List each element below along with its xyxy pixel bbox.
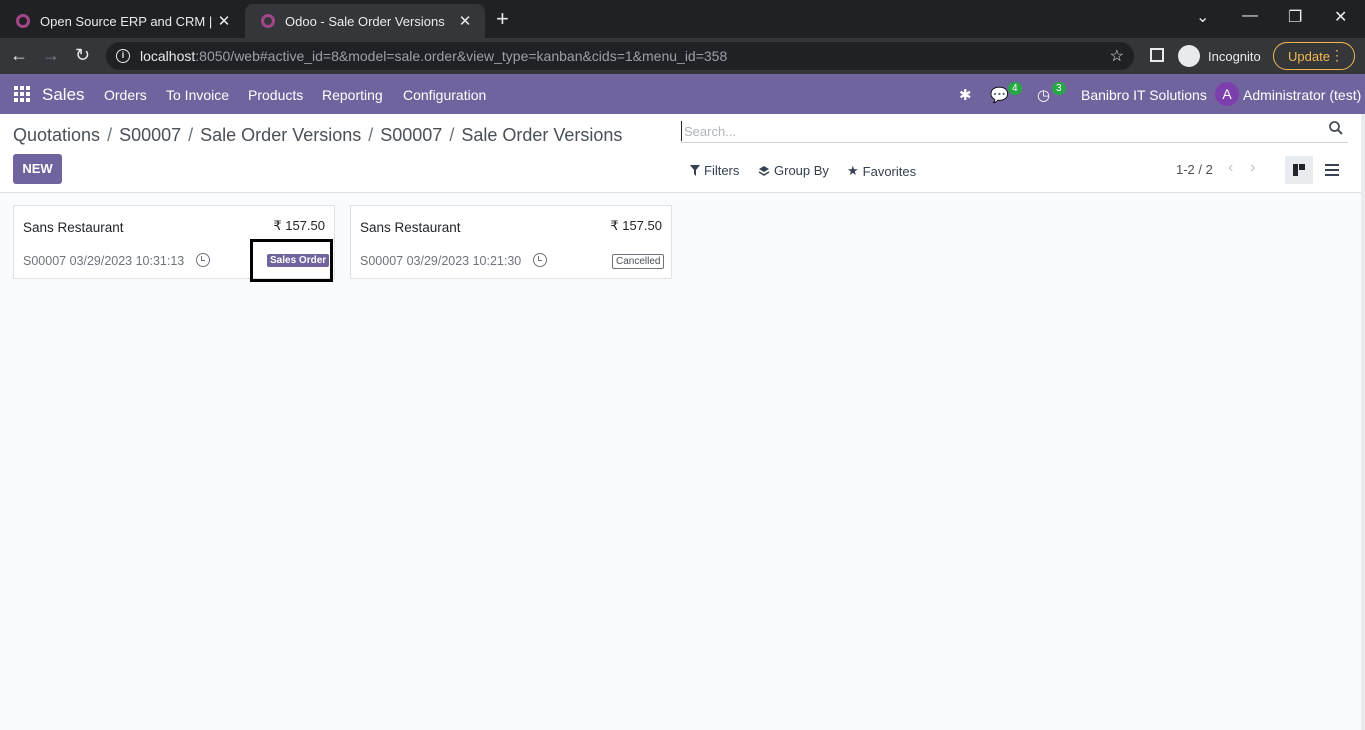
layers-icon	[758, 165, 770, 176]
restore-icon[interactable]: ❐	[1288, 7, 1302, 27]
breadcrumb-quotations[interactable]: Quotations	[13, 125, 100, 145]
scrollbar[interactable]	[1361, 114, 1365, 730]
menu-products[interactable]: Products	[248, 87, 303, 103]
kanban-view-icon	[1293, 164, 1305, 176]
menu-orders[interactable]: Orders	[104, 87, 147, 103]
record-partner: Sans Restaurant	[23, 220, 124, 235]
group-by-label: Group By	[774, 163, 829, 178]
list-view-button[interactable]	[1318, 156, 1346, 184]
user-menu[interactable]: Administrator (test)	[1243, 87, 1361, 103]
breadcrumb-versions[interactable]: Sale Order Versions	[200, 125, 361, 145]
search-bar	[681, 117, 1348, 143]
menu-to-invoice[interactable]: To Invoice	[166, 87, 229, 103]
filters-button[interactable]: Filters	[690, 163, 739, 178]
star-icon: ★	[847, 163, 859, 178]
tab-title: Open Source ERP and CRM | Odoo	[40, 13, 216, 29]
messages-badge: 4	[1008, 82, 1022, 95]
status-badge: Cancelled	[612, 254, 665, 269]
company-switcher[interactable]: Banibro IT Solutions	[1081, 87, 1207, 103]
reload-icon[interactable]: ↻	[75, 44, 90, 66]
tab-title: Odoo - Sale Order Versions	[285, 13, 445, 29]
activity-clock-icon[interactable]	[533, 253, 547, 267]
kanban-view-button[interactable]	[1285, 156, 1313, 184]
list-view-icon	[1325, 164, 1339, 176]
favorites-label: Favorites	[862, 163, 917, 179]
search-icon[interactable]	[1328, 120, 1344, 136]
group-by-button[interactable]: Group By	[758, 163, 829, 178]
pager-value[interactable]: 1-2 / 2	[1176, 162, 1213, 177]
pager-next-icon[interactable]: ›	[1250, 159, 1255, 177]
tab-close-icon[interactable]: ✕	[457, 12, 473, 30]
filters-label: Filters	[704, 163, 740, 178]
activity-clock-icon[interactable]	[196, 253, 210, 267]
highlight-box	[250, 239, 333, 282]
apps-grid-icon[interactable]	[14, 86, 30, 102]
record-partner: Sans Restaurant	[360, 220, 461, 235]
window-close-icon[interactable]: ✕	[1334, 7, 1347, 27]
tab-close-icon[interactable]: ✕	[216, 12, 232, 30]
new-button[interactable]: NEW	[13, 154, 62, 184]
breadcrumb-separator: /	[449, 125, 455, 145]
side-panel-icon[interactable]	[1150, 48, 1164, 62]
breadcrumb-separator: /	[368, 125, 374, 145]
activities-badge: 3	[1052, 82, 1066, 95]
update-label: Update	[1288, 48, 1330, 64]
site-info-icon[interactable]: i	[116, 49, 130, 63]
odoo-navbar: Sales Orders To Invoice Products Reporti…	[0, 74, 1365, 114]
odoo-favicon-icon	[16, 14, 30, 28]
browser-tab-active[interactable]: Odoo - Sale Order Versions ✕	[245, 4, 485, 38]
update-button[interactable]: Update ⋮	[1273, 42, 1355, 70]
back-arrow-icon[interactable]: ←	[10, 44, 28, 66]
record-amount: ₹ 157.50	[610, 218, 662, 233]
record-reference: S00007 03/29/2023 10:31:13	[23, 254, 185, 268]
more-menu-icon: ⋮	[1330, 47, 1344, 63]
incognito-label: Incognito	[1208, 48, 1261, 64]
incognito-icon	[1178, 45, 1200, 67]
breadcrumb-separator: /	[188, 125, 194, 145]
forward-arrow-icon[interactable]: →	[42, 44, 60, 66]
breadcrumb-separator: /	[107, 125, 113, 145]
browser-toolbar: ← → ↻ i localhost:8050/web#active_id=8&m…	[0, 38, 1365, 74]
breadcrumb-order[interactable]: S00007	[380, 125, 442, 145]
avatar[interactable]: A	[1215, 82, 1239, 106]
favorites-button[interactable]: ★ Favorites	[847, 163, 916, 179]
url-text: localhost:8050/web#active_id=8&model=sal…	[140, 48, 728, 64]
new-tab-icon[interactable]: +	[496, 8, 509, 30]
activity-clock-icon[interactable]: ◷	[1037, 86, 1050, 104]
app-name[interactable]: Sales	[42, 85, 85, 105]
incognito-indicator[interactable]: Incognito	[1178, 42, 1261, 70]
minimize-icon[interactable]: —	[1242, 7, 1258, 25]
bug-icon[interactable]: ✱	[959, 86, 972, 104]
breadcrumb-order[interactable]: S00007	[119, 125, 181, 145]
filter-icon	[690, 165, 700, 176]
browser-tab[interactable]: Open Source ERP and CRM | Odoo ✕	[0, 4, 244, 38]
breadcrumb-current: Sale Order Versions	[461, 125, 623, 145]
search-input[interactable]	[681, 121, 1321, 141]
control-panel: Quotations / S00007 / Sale Order Versions / S0…	[0, 114, 1365, 193]
menu-reporting[interactable]: Reporting	[322, 87, 383, 103]
odoo-favicon-icon	[261, 14, 275, 28]
kanban-record[interactable]: Sans Restaurant ₹ 157.50 S00007 03/29/20…	[350, 205, 672, 279]
tab-search-chevron-icon[interactable]: ⌄	[1196, 7, 1209, 27]
chat-icon[interactable]: 💬	[990, 86, 1009, 104]
address-bar[interactable]: i localhost:8050/web#active_id=8&model=s…	[106, 42, 1134, 70]
record-amount: ₹ 157.50	[273, 218, 325, 233]
bookmark-star-icon[interactable]: ☆	[1110, 46, 1124, 66]
pager-previous-icon[interactable]: ‹	[1228, 159, 1233, 177]
record-reference: S00007 03/29/2023 10:21:30	[360, 254, 522, 268]
breadcrumb: Quotations / S00007 / Sale Order Versions / S0…	[13, 125, 622, 146]
menu-configuration[interactable]: Configuration	[403, 87, 486, 103]
browser-tab-strip: Open Source ERP and CRM | Odoo ✕ Odoo - …	[0, 0, 1365, 38]
